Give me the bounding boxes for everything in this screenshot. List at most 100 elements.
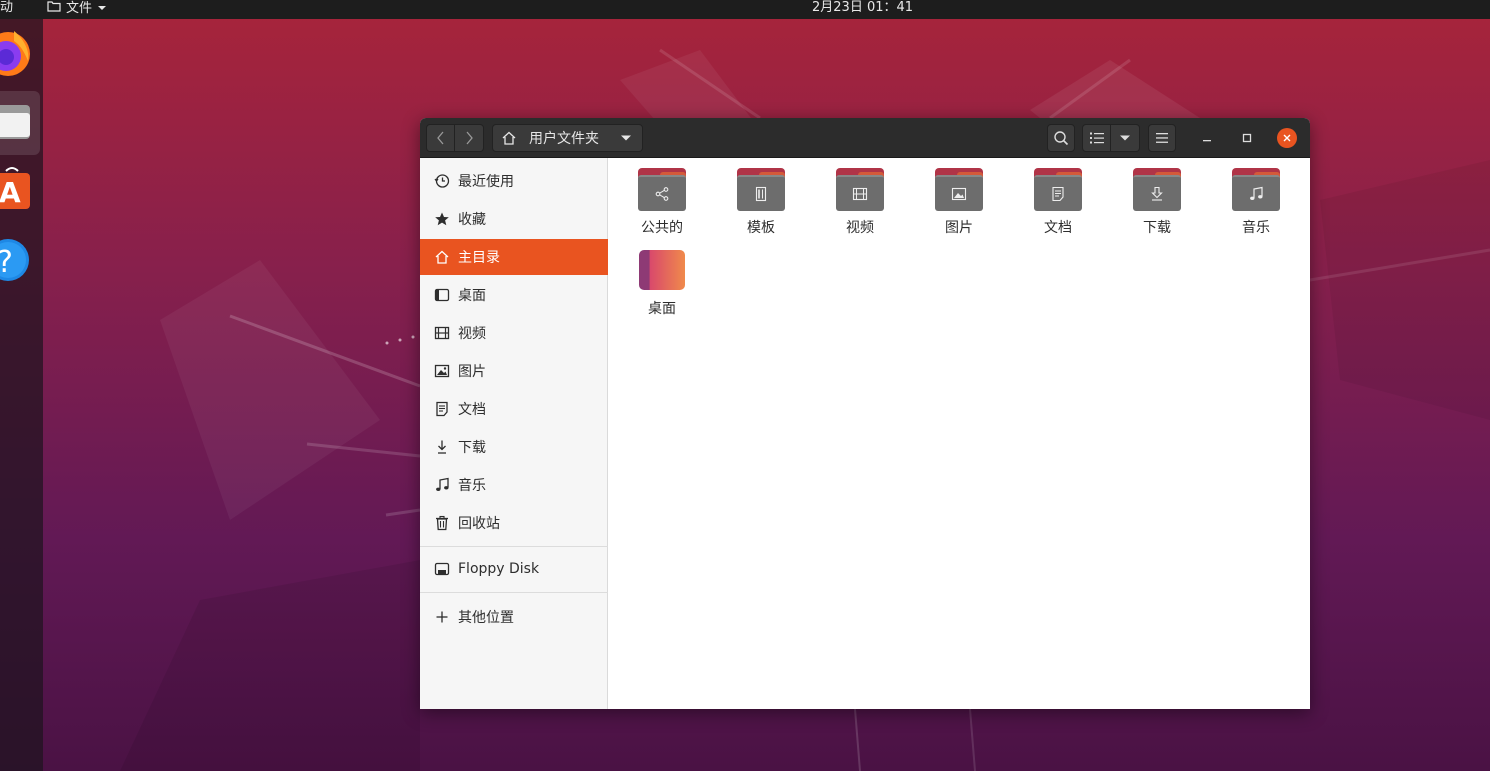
firefox-icon bbox=[0, 31, 30, 76]
maximize-button[interactable] bbox=[1237, 128, 1257, 148]
view-mode-buttons bbox=[1082, 124, 1140, 152]
sidebar-item-recent[interactable]: 最近使用 bbox=[420, 163, 608, 199]
sidebar-item-starred[interactable]: 收藏 bbox=[420, 201, 608, 237]
file-label: 音乐 bbox=[1242, 220, 1270, 236]
files-icon bbox=[0, 105, 30, 139]
folder-icon bbox=[47, 0, 61, 17]
svg-text:A: A bbox=[0, 176, 21, 209]
sidebar-item-videos[interactable]: 视频 bbox=[420, 315, 608, 351]
folder-downloads[interactable]: 下载 bbox=[1112, 168, 1202, 244]
video-icon bbox=[836, 168, 884, 211]
minimize-icon bbox=[1203, 140, 1211, 142]
maximize-icon bbox=[1242, 133, 1252, 143]
search-button[interactable] bbox=[1047, 124, 1075, 152]
clock-icon bbox=[434, 173, 450, 189]
sidebar-item-documents[interactable]: 文档 bbox=[420, 391, 608, 427]
sidebar-item-label: 其他位置 bbox=[458, 610, 514, 626]
folder-music[interactable]: 音乐 bbox=[1211, 168, 1301, 244]
download-icon bbox=[1133, 168, 1181, 211]
sidebar-item-other-locations[interactable]: 其他位置 bbox=[420, 599, 608, 635]
image-icon bbox=[434, 363, 450, 379]
list-view-button[interactable] bbox=[1082, 124, 1111, 152]
music-icon bbox=[1232, 168, 1280, 211]
caret-down-icon[interactable] bbox=[620, 134, 632, 142]
back-button[interactable] bbox=[426, 124, 455, 152]
file-label: 下载 bbox=[1143, 220, 1171, 236]
app-menu-label: 文件 bbox=[66, 0, 93, 16]
dock: A ? bbox=[0, 19, 43, 771]
plus-icon bbox=[434, 609, 450, 625]
activities-button[interactable]: 动 bbox=[0, 0, 13, 16]
sidebar-item-home[interactable]: 主目录 bbox=[420, 239, 608, 275]
file-label: 文档 bbox=[1044, 220, 1072, 236]
video-icon bbox=[434, 325, 450, 341]
close-button[interactable] bbox=[1277, 128, 1297, 148]
folder-pictures[interactable]: 图片 bbox=[914, 168, 1004, 244]
share-icon bbox=[638, 168, 686, 211]
caret-down-icon bbox=[97, 1, 107, 17]
dock-help[interactable]: ? bbox=[0, 227, 40, 291]
caret-down-icon bbox=[1120, 135, 1130, 141]
file-label: 公共的 bbox=[641, 220, 683, 236]
menu-button[interactable] bbox=[1148, 124, 1176, 152]
sidebar-item-label: 文档 bbox=[458, 402, 486, 418]
dock-firefox[interactable] bbox=[0, 21, 40, 85]
view-options-button[interactable] bbox=[1111, 124, 1140, 152]
image-icon bbox=[935, 168, 983, 211]
folder-templates[interactable]: 模板 bbox=[716, 168, 806, 244]
desktop-folder-icon bbox=[639, 250, 685, 290]
template-icon bbox=[737, 168, 785, 211]
document-icon bbox=[434, 401, 450, 417]
sidebar-item-downloads[interactable]: 下载 bbox=[420, 429, 608, 465]
sidebar-separator bbox=[420, 592, 608, 593]
path-label: 用户文件夹 bbox=[529, 131, 599, 147]
file-label: 视频 bbox=[846, 220, 874, 236]
music-icon bbox=[434, 477, 450, 493]
sidebar-item-desktop[interactable]: 桌面 bbox=[420, 277, 608, 313]
path-bar-home[interactable]: 用户文件夹 bbox=[492, 124, 643, 152]
sidebar: 最近使用 收藏 主目录 桌面 视频 图片 文档 下载 音乐 回收站 Floppy… bbox=[420, 158, 608, 709]
sidebar-item-label: Floppy Disk bbox=[458, 561, 540, 577]
folder-public[interactable]: 公共的 bbox=[617, 168, 707, 244]
hamburger-menu-icon bbox=[1156, 133, 1168, 143]
software-store-icon: A bbox=[0, 167, 30, 209]
sidebar-item-pictures[interactable]: 图片 bbox=[420, 353, 608, 389]
file-manager-window: 用户文件夹 最近使用 收藏 主目录 桌面 视频 图片 文档 下载 音乐 回收站 … bbox=[420, 118, 1310, 709]
navigation-buttons bbox=[426, 124, 484, 152]
dock-software[interactable]: A bbox=[0, 159, 40, 223]
chevron-left-icon bbox=[436, 131, 443, 145]
folder-documents[interactable]: 文档 bbox=[1013, 168, 1103, 244]
top-bar: 动 文件 2月23日 01：41 bbox=[0, 0, 1490, 19]
minimize-button[interactable] bbox=[1197, 128, 1217, 148]
dock-files[interactable] bbox=[0, 91, 40, 155]
clock[interactable]: 2月23日 01：41 bbox=[812, 0, 913, 16]
home-icon bbox=[434, 249, 450, 265]
home-icon bbox=[501, 130, 517, 146]
sidebar-item-label: 主目录 bbox=[458, 250, 500, 266]
file-view: 公共的 模板 视频 图片 文档 下载 音乐 桌面 bbox=[609, 158, 1310, 709]
download-icon bbox=[434, 439, 450, 455]
sidebar-item-label: 回收站 bbox=[458, 516, 500, 532]
header-bar: 用户文件夹 bbox=[420, 118, 1310, 158]
folder-desktop[interactable]: 桌面 bbox=[617, 250, 707, 326]
floppy-icon bbox=[434, 561, 450, 577]
close-icon bbox=[1283, 134, 1291, 142]
folder-videos[interactable]: 视频 bbox=[815, 168, 905, 244]
sidebar-item-label: 音乐 bbox=[458, 478, 486, 494]
sidebar-item-label: 图片 bbox=[458, 364, 486, 380]
desktop-icon bbox=[434, 287, 450, 303]
sidebar-separator bbox=[420, 546, 608, 547]
sidebar-item-floppy-disk[interactable]: Floppy Disk bbox=[420, 551, 608, 587]
file-label: 桌面 bbox=[648, 301, 676, 317]
sidebar-item-label: 视频 bbox=[458, 326, 486, 342]
sidebar-item-music[interactable]: 音乐 bbox=[420, 467, 608, 503]
chevron-right-icon bbox=[466, 131, 473, 145]
svg-text:?: ? bbox=[0, 245, 13, 280]
help-icon: ? bbox=[0, 239, 29, 281]
file-label: 模板 bbox=[747, 220, 775, 236]
trash-icon bbox=[434, 515, 450, 531]
app-menu[interactable]: 文件 bbox=[47, 0, 107, 17]
sidebar-item-trash[interactable]: 回收站 bbox=[420, 505, 608, 541]
sidebar-item-label: 最近使用 bbox=[458, 174, 514, 190]
forward-button[interactable] bbox=[455, 124, 484, 152]
